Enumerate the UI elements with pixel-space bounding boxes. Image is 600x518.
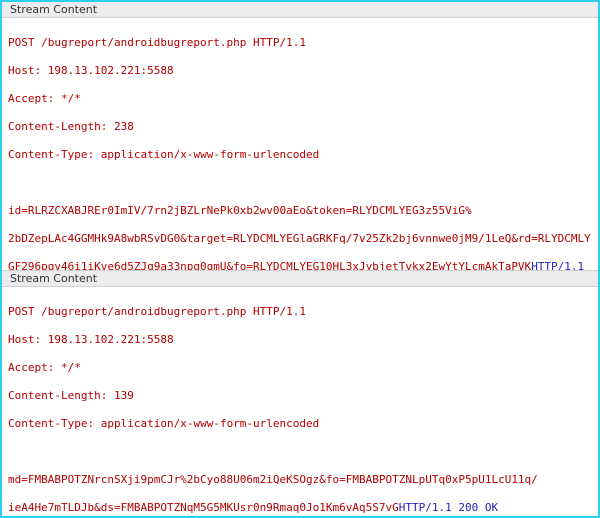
req-header-value: */*	[61, 92, 81, 105]
req-header-name: Host	[8, 64, 35, 77]
packet-stream-window: Stream Content POST /bugreport/androidbu…	[0, 0, 600, 518]
resp-proto: HTTP/1.1 200 OK	[399, 501, 498, 514]
req-body: ieA4He7mTLDJb&ds=FMBABPOTZNqM5G5MKUsr0n9…	[8, 501, 399, 514]
req-header-value: 198.13.102.221:5588	[48, 333, 174, 346]
req-header-name: Accept	[8, 92, 48, 105]
req-body: GF296pqv46i1iKve6d5ZJq9a33npg0qmU&fo=RLY…	[8, 260, 531, 270]
stream-pane-bottom: Stream Content POST /bugreport/androidbu…	[2, 270, 598, 516]
pane-header: Stream Content	[2, 2, 598, 18]
req-header-name: Content-Type	[8, 148, 87, 161]
req-header-name: Accept	[8, 361, 48, 374]
req-header-name: Host	[8, 333, 35, 346]
req-header-value: application/x-www-form-urlencoded	[101, 417, 320, 430]
req-header-name: Content-Type	[8, 417, 87, 430]
req-header-name: Content-Length	[8, 389, 101, 402]
pane-title: Stream Content	[8, 272, 99, 285]
req-body: id=RLRZCXABJREr0ImIV/7rn2jBZLrNePk0xb2wv…	[8, 204, 592, 218]
req-body: 2bDZepLAc4GGMHk9A8wbRSvDG0&target=RLYDCM…	[8, 232, 592, 246]
req-header-name: Content-Length	[8, 120, 101, 133]
http-request-line: POST /bugreport/androidbugreport.php HTT…	[8, 36, 592, 50]
http-request-line: POST /bugreport/androidbugreport.php HTT…	[8, 305, 592, 319]
req-header-value: application/x-www-form-urlencoded	[101, 148, 320, 161]
req-header-value: 238	[114, 120, 134, 133]
resp-proto: HTTP/1.1	[531, 260, 584, 270]
pane-header: Stream Content	[2, 271, 598, 287]
pane-title: Stream Content	[8, 3, 99, 16]
req-header-value: */*	[61, 361, 81, 374]
stream-content-bottom[interactable]: POST /bugreport/androidbugreport.php HTT…	[2, 287, 598, 516]
req-header-value: 198.13.102.221:5588	[48, 64, 174, 77]
req-header-value: 139	[114, 389, 134, 402]
stream-content-top[interactable]: POST /bugreport/androidbugreport.php HTT…	[2, 18, 598, 270]
req-body: md=FMBABPOTZNrcnSXji9pmCJr%2bCyo88U06m2i…	[8, 473, 592, 487]
stream-pane-top: Stream Content POST /bugreport/androidbu…	[2, 2, 598, 270]
